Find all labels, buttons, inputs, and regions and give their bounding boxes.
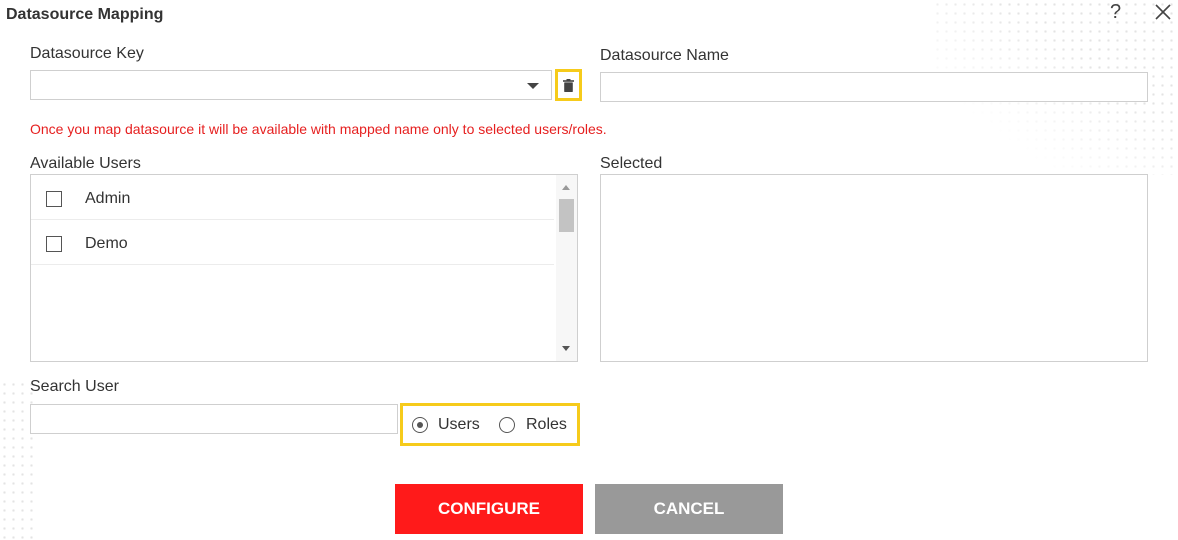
list-item-demo[interactable]: Demo: [31, 220, 554, 265]
datasource-name-label: Datasource Name: [600, 47, 729, 64]
radio-selected-dot: [416, 421, 423, 428]
search-user-input[interactable]: [30, 404, 398, 434]
list-item-label: Demo: [85, 235, 128, 252]
available-users-list[interactable]: Admin Demo: [30, 174, 578, 362]
trash-icon: [563, 78, 574, 92]
scroll-thumb[interactable]: [559, 199, 574, 232]
list-item-label: Admin: [85, 190, 131, 207]
selected-label: Selected: [600, 155, 663, 172]
mapping-warning-text: Once you map datasource it will be avail…: [30, 121, 607, 137]
user-role-toggle: Users Roles: [400, 403, 580, 446]
selected-users-list[interactable]: [600, 174, 1148, 362]
radio-users-label[interactable]: Users: [438, 416, 480, 434]
list-scrollbar[interactable]: [556, 175, 577, 361]
list-item-admin[interactable]: Admin: [31, 175, 554, 220]
radio-roles[interactable]: [499, 417, 515, 433]
available-users-label: Available Users: [30, 155, 141, 172]
chevron-down-icon: [527, 83, 539, 89]
help-icon[interactable]: ?: [1110, 1, 1121, 24]
scroll-down-arrow-icon[interactable]: [562, 346, 570, 351]
radio-users[interactable]: [412, 417, 428, 433]
datasource-key-label: Datasource Key: [30, 45, 144, 62]
delete-datasource-button[interactable]: [555, 69, 582, 101]
dialog-title: Datasource Mapping: [6, 6, 164, 23]
close-icon[interactable]: [1152, 1, 1174, 23]
configure-button[interactable]: CONFIGURE: [395, 484, 583, 534]
radio-roles-label[interactable]: Roles: [526, 416, 567, 434]
search-user-label: Search User: [30, 378, 119, 395]
decorative-dots-bottom-left: [0, 380, 34, 540]
scroll-up-arrow-icon[interactable]: [562, 185, 570, 190]
checkbox-demo[interactable]: [46, 236, 62, 252]
datasource-name-input[interactable]: [600, 72, 1148, 102]
cancel-button[interactable]: CANCEL: [595, 484, 783, 534]
datasource-key-dropdown[interactable]: [30, 70, 552, 100]
checkbox-admin[interactable]: [46, 191, 62, 207]
